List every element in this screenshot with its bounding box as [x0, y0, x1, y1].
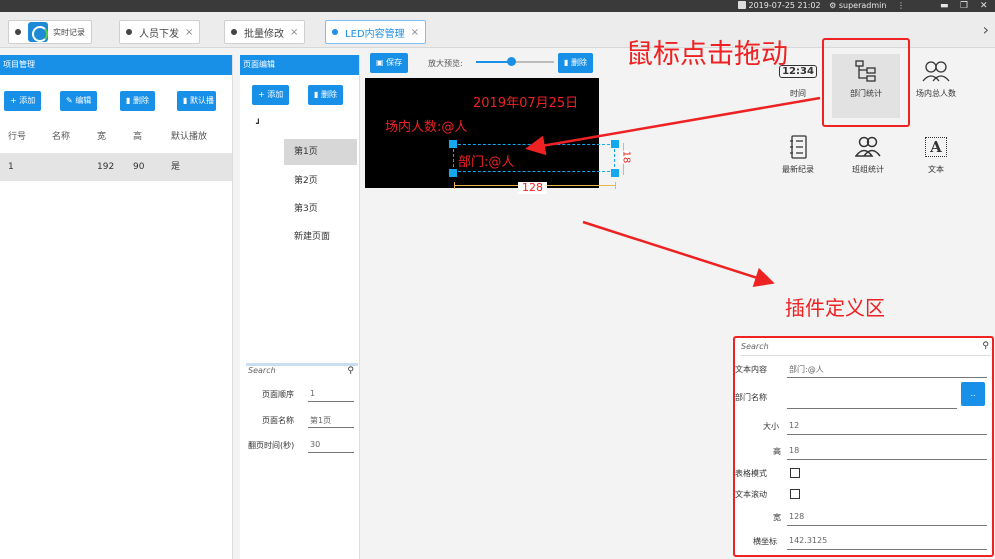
field-label: 文本内容	[735, 365, 767, 374]
plugin-time[interactable]: 12:34 时间	[762, 58, 834, 99]
field-label: 高	[773, 447, 781, 456]
button-label: ..	[970, 389, 976, 398]
field-label: 宽	[773, 513, 781, 522]
plugin-label: 时间	[790, 89, 806, 98]
font-size-input[interactable]: 12	[789, 421, 799, 430]
input-underline	[787, 434, 987, 435]
plugin-team-stats[interactable]: 班组统计	[832, 134, 904, 175]
input-underline	[787, 525, 987, 526]
plugin-department-stats[interactable]: 部门统计	[832, 54, 900, 118]
plugin-toolbox: 12:34 时间 部门统计 场内总人数 最新纪录 班组统计 A 文本	[760, 38, 992, 200]
input-underline	[787, 377, 987, 378]
input-underline	[787, 459, 987, 460]
clock-icon: 12:34	[779, 64, 817, 78]
field-label: 大小	[763, 422, 779, 431]
text-icon: A	[925, 137, 947, 157]
team-icon	[855, 136, 881, 157]
field-label: 横坐标	[753, 537, 777, 546]
table-mode-checkbox[interactable]	[790, 468, 800, 478]
input-underline	[787, 408, 957, 409]
search-input[interactable]: Search	[741, 342, 769, 351]
plugin-total-visitors[interactable]: 场内总人数	[900, 58, 972, 99]
org-chart-icon	[855, 60, 876, 82]
record-list-icon	[790, 135, 807, 159]
plugin-label: 部门统计	[850, 89, 882, 98]
field-label: 文本滚动	[735, 490, 767, 499]
text-content-input[interactable]: 部门:@人	[789, 364, 824, 375]
search-icon[interactable]: ⚲	[982, 341, 989, 351]
plugin-label: 班组统计	[852, 165, 884, 174]
plugin-latest-records[interactable]: 最新纪录	[762, 134, 834, 175]
field-label: 表格模式	[735, 469, 767, 478]
plugin-label: 文本	[928, 165, 944, 174]
height-input[interactable]: 18	[789, 446, 799, 455]
plugin-text[interactable]: A 文本	[900, 134, 972, 175]
properties-panel: Search ⚲ 文本内容 部门:@人 部门名称 .. 大小 12 高 18 表…	[733, 336, 994, 557]
users-icon	[922, 61, 950, 82]
width-input[interactable]: 128	[789, 512, 804, 521]
input-underline	[787, 549, 987, 550]
properties-search-bar[interactable]: Search ⚲	[741, 341, 991, 356]
department-picker-button[interactable]: ..	[961, 382, 985, 406]
plugin-area-arrow	[582, 220, 775, 287]
plugin-label: 最新纪录	[782, 165, 814, 174]
text-scroll-checkbox[interactable]	[790, 489, 800, 499]
x-coordinate-input[interactable]: 142.3125	[789, 536, 827, 545]
plugin-area-annotation: 插件定义区	[785, 296, 885, 320]
plugin-label: 场内总人数	[916, 89, 956, 98]
field-label: 部门名称	[735, 393, 767, 402]
